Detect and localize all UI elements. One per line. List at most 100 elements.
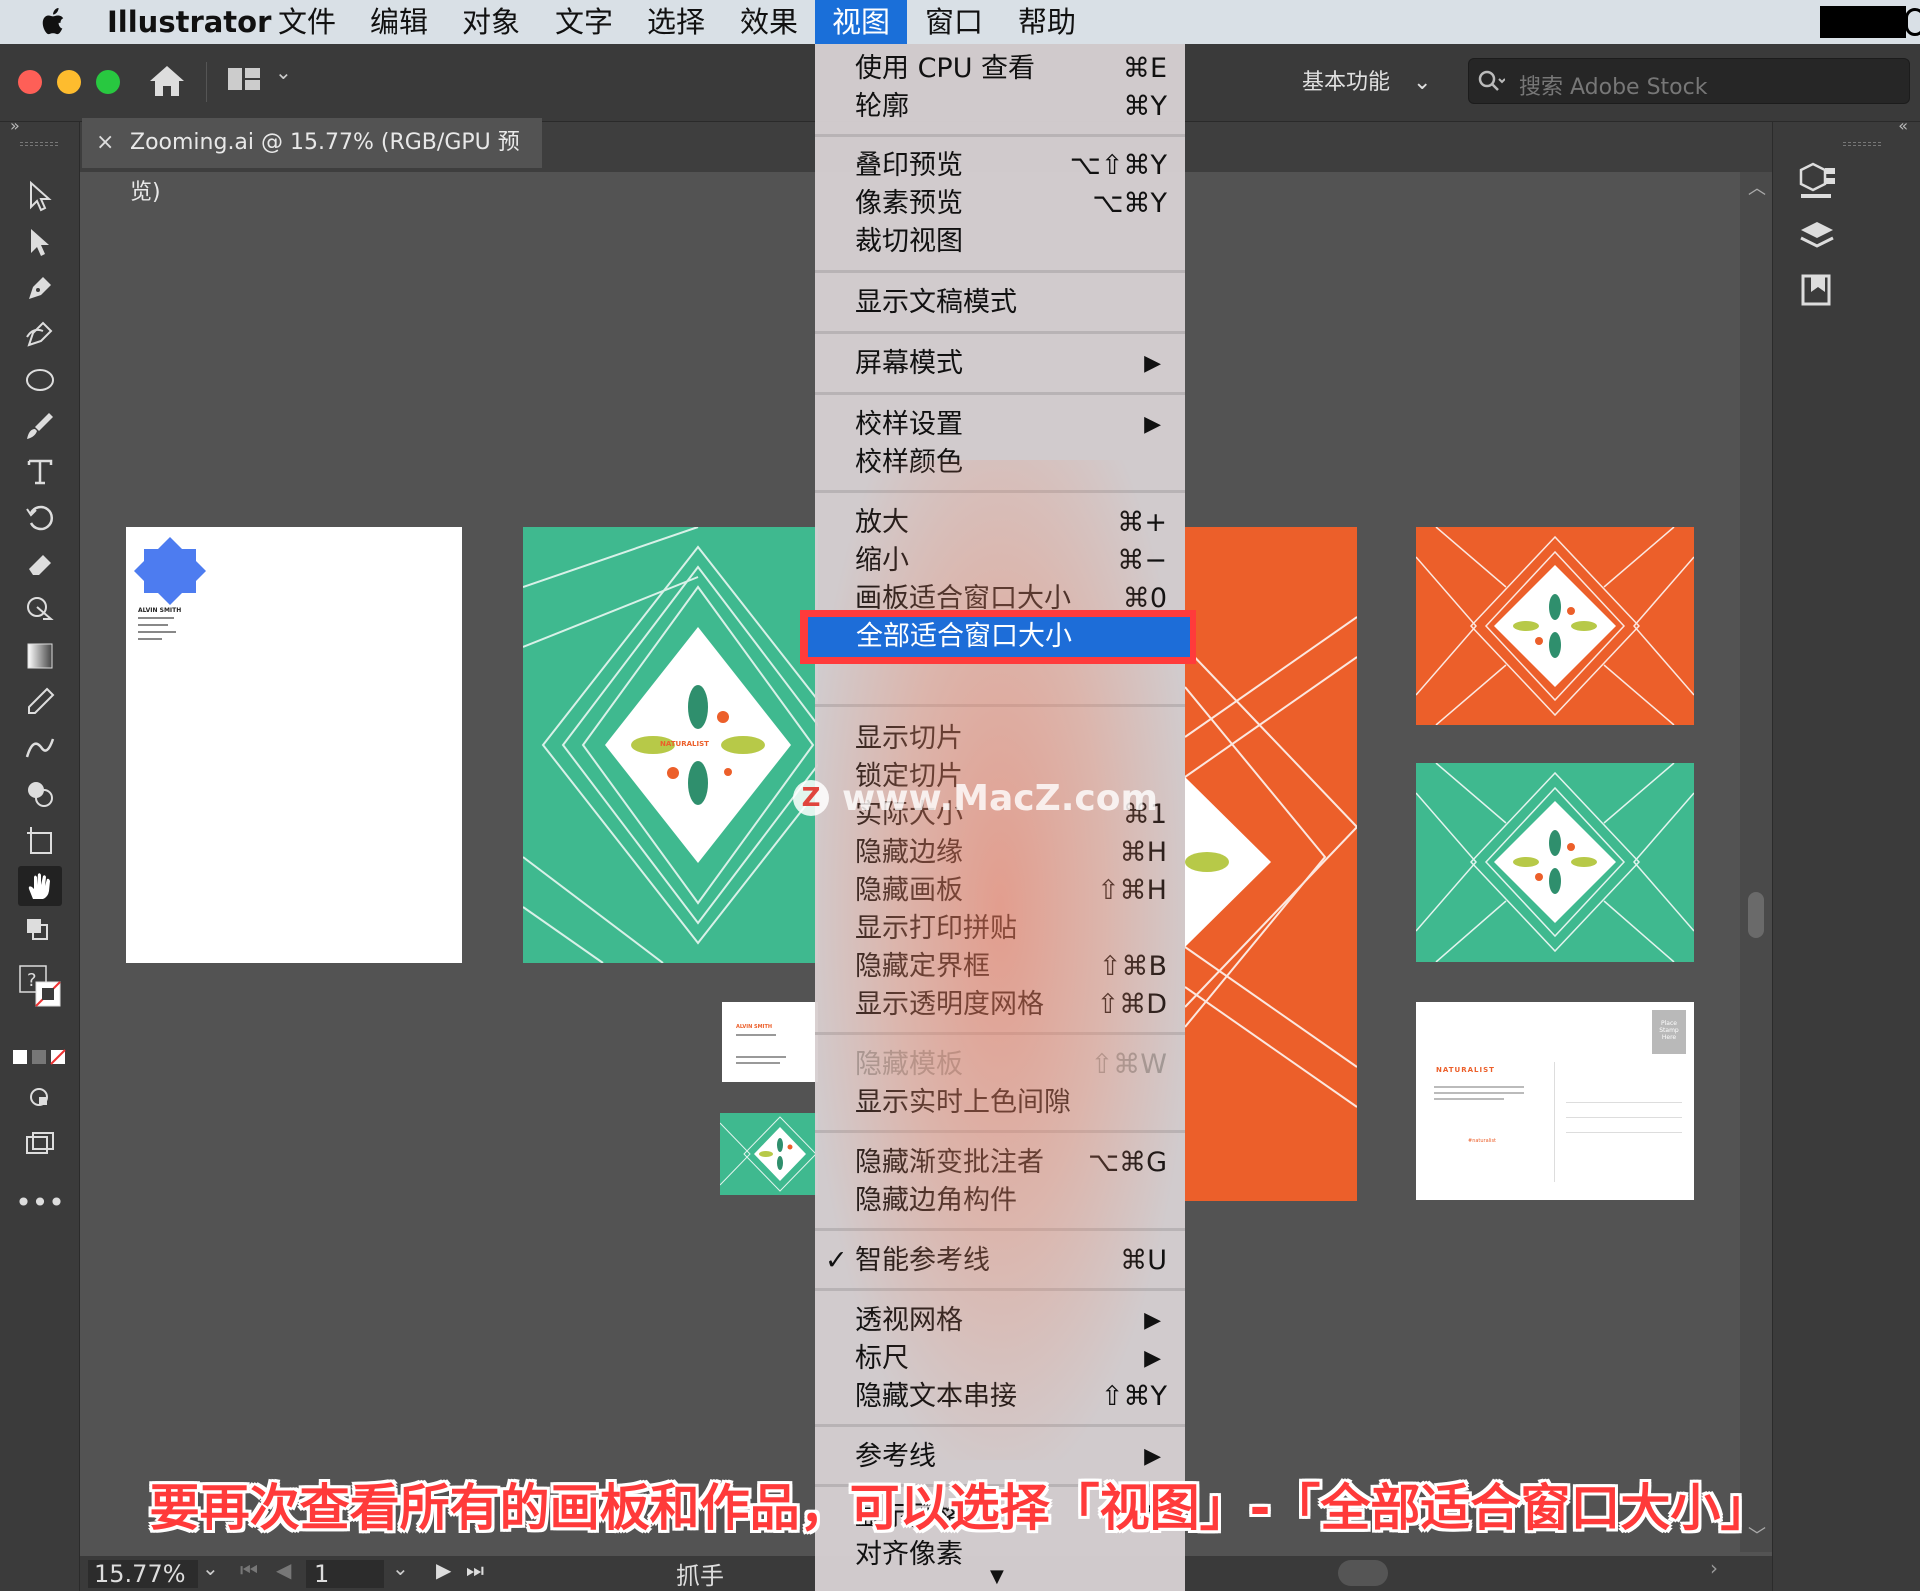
submenu-arrow-icon: ▶ — [1144, 1308, 1161, 1333]
more-tools-icon[interactable]: ••• — [15, 1182, 65, 1222]
app-name-menu[interactable]: Illustrator — [107, 0, 271, 44]
type-tool-icon[interactable] — [18, 452, 62, 492]
menu-item-rulers[interactable]: 标尺 ▶ — [815, 1340, 1185, 1378]
libraries-icon[interactable] — [1795, 162, 1839, 202]
artboard-teal-poster[interactable]: NATURALIST — [523, 527, 818, 963]
artboard-tool-icon[interactable] — [18, 820, 62, 860]
chevron-down-icon[interactable]: ⌄ — [202, 1556, 219, 1580]
menu-item-screen-mode[interactable]: 屏幕模式 ▶ — [815, 345, 1185, 383]
home-icon[interactable] — [148, 62, 186, 100]
workspace-switcher[interactable]: 基本功能 ⌄ — [1302, 64, 1431, 96]
swap-fill-stroke-icon[interactable] — [18, 912, 62, 952]
artboard-number-field[interactable]: 1 — [306, 1560, 384, 1588]
zoom-level-field[interactable]: 15.77% — [88, 1560, 198, 1588]
menu-item-zoom-out[interactable]: 缩小 ⌘− — [815, 542, 1185, 580]
fill-stroke-swatch-icon[interactable]: ? — [18, 962, 62, 1022]
menu-edit[interactable]: 编辑 — [370, 0, 428, 44]
rotate-tool-icon[interactable] — [18, 498, 62, 538]
scroll-up-arrow[interactable]: ︿ — [1748, 174, 1766, 200]
menu-select[interactable]: 选择 — [647, 0, 705, 44]
chevron-down-icon[interactable]: ⌄ — [275, 60, 292, 84]
pen-tool-icon[interactable] — [18, 268, 62, 308]
minimize-window-button[interactable] — [57, 70, 81, 94]
menu-item-show-transparency-grid[interactable]: 显示透明度网格 ⇧⌘D — [815, 986, 1185, 1024]
scroll-thumb[interactable] — [1748, 892, 1764, 938]
menu-item-hide-bounding-box[interactable]: 隐藏定界框 ⇧⌘B — [815, 948, 1185, 986]
horizontal-scroll-thumb[interactable] — [1338, 1560, 1388, 1586]
apple-logo-icon[interactable] — [40, 8, 66, 36]
previous-artboard-icon[interactable]: ◀ — [276, 1558, 291, 1582]
layers-icon[interactable] — [1797, 218, 1837, 256]
menubar-status-icon[interactable] — [1905, 8, 1920, 36]
first-artboard-icon[interactable]: ⏮ — [240, 1558, 258, 1582]
zoom-window-button[interactable] — [96, 70, 120, 94]
stock-search-input[interactable]: 搜索 Adobe Stock — [1468, 58, 1910, 104]
menu-item-proof-setup[interactable]: 校样设置 ▶ — [815, 406, 1185, 444]
close-tab-icon[interactable]: × — [96, 118, 114, 168]
selection-tool-icon[interactable] — [18, 176, 62, 216]
menu-item-trim-view[interactable]: 裁切视图 — [815, 223, 1185, 261]
next-artboard-icon[interactable]: ▶ — [436, 1558, 451, 1582]
menu-item-overprint-preview[interactable]: 叠印预览 ⌥⇧⌘Y — [815, 147, 1185, 185]
document-tab[interactable]: × Zooming.ai @ 15.77% (RGB/GPU 预览) — [82, 118, 542, 205]
artboard-letterhead[interactable]: ALVIN SMITH — [126, 527, 462, 963]
artboard-business-card-back[interactable] — [720, 1113, 818, 1195]
menu-item-presentation-mode[interactable]: 显示文稿模式 — [815, 284, 1185, 322]
drawing-mode-icon[interactable] — [18, 1078, 62, 1118]
menu-item-proof-colors[interactable]: 校样颜色 — [815, 444, 1185, 482]
menu-item-zoom-in[interactable]: 放大 ⌘+ — [815, 504, 1185, 542]
menu-window[interactable]: 窗口 — [925, 0, 983, 44]
menu-item-hide-corner-widget[interactable]: 隐藏边角构件 — [815, 1182, 1185, 1220]
menu-item-show-print-tiling[interactable]: 显示打印拼贴 — [815, 910, 1185, 948]
close-window-button[interactable] — [18, 70, 42, 94]
menu-file[interactable]: 文件 — [278, 0, 336, 44]
panel-grip[interactable] — [1843, 142, 1881, 146]
menu-item-show-live-paint-gaps[interactable]: 显示实时上色间隙 — [815, 1084, 1185, 1122]
arrange-documents-icon[interactable] — [226, 64, 262, 94]
menu-item-fit-all-in-window[interactable]: 全部适合窗口大小 — [808, 617, 1190, 657]
artboard-teal-card[interactable] — [1416, 763, 1694, 962]
paintbrush-tool-icon[interactable] — [18, 406, 62, 446]
menu-view[interactable]: 视图 — [815, 0, 907, 44]
ellipse-tool-icon[interactable] — [18, 360, 62, 400]
artboards-panel-icon[interactable] — [1797, 270, 1837, 308]
blend-tool-icon[interactable] — [18, 728, 62, 768]
chevron-down-icon[interactable]: ⌄ — [392, 1556, 409, 1580]
menu-item-perspective-grid[interactable]: 透视网格 ▶ — [815, 1302, 1185, 1340]
menu-object[interactable]: 对象 — [462, 0, 520, 44]
menu-item-hide-edges[interactable]: 隐藏边缘 ⌘H — [815, 834, 1185, 872]
scroll-right-arrow[interactable]: › — [1710, 1556, 1718, 1580]
menu-item-outline[interactable]: 轮廓 ⌘Y — [815, 88, 1185, 126]
menu-help[interactable]: 帮助 — [1018, 0, 1076, 44]
eraser-tool-icon[interactable] — [18, 544, 62, 584]
menu-scroll-down-icon[interactable]: ▼ — [990, 1566, 1004, 1587]
hand-tool-icon[interactable] — [18, 866, 62, 906]
shape-builder-tool-icon[interactable] — [18, 774, 62, 814]
eyedropper-tool-icon[interactable] — [18, 682, 62, 722]
free-transform-tool-icon[interactable] — [18, 590, 62, 630]
menu-item-hide-gradient-annotator[interactable]: 隐藏渐变批注者 ⌥⌘G — [815, 1144, 1185, 1182]
curvature-tool-icon[interactable] — [18, 314, 62, 354]
panel-collapse-icon[interactable]: » — [10, 116, 20, 135]
artboard-postcard[interactable]: Place Stamp Here NATURALIST #naturalist — [1416, 1002, 1694, 1200]
color-mode-icons[interactable] — [12, 1038, 66, 1078]
artboard-orange-poster[interactable] — [1185, 527, 1357, 1201]
menu-effect[interactable]: 效果 — [740, 0, 798, 44]
menu-item-smart-guides[interactable]: ✓ 智能参考线 ⌘U — [815, 1242, 1185, 1280]
menu-item-hide-artboards[interactable]: 隐藏画板 ⇧⌘H — [815, 872, 1185, 910]
artboard-business-card-front[interactable]: ALVIN SMITH — [722, 1002, 818, 1082]
menu-item-show-slices[interactable]: 显示切片 — [815, 720, 1185, 758]
vertical-scrollbar[interactable]: ︿ ﹀ — [1740, 172, 1772, 1552]
direct-selection-tool-icon[interactable] — [18, 222, 62, 262]
screen-mode-icon[interactable] — [18, 1124, 62, 1164]
artboard-orange-card[interactable] — [1416, 527, 1694, 725]
panel-collapse-icon[interactable]: « — [1898, 116, 1908, 135]
menu-item-hide-text-threads[interactable]: 隐藏文本串接 ⇧⌘Y — [815, 1378, 1185, 1416]
panel-grip[interactable] — [20, 142, 58, 146]
menu-item-pixel-preview[interactable]: 像素预览 ⌥⌘Y — [815, 185, 1185, 223]
menu-type[interactable]: 文字 — [555, 0, 613, 44]
menu-item-cpu-preview[interactable]: 使用 CPU 查看 ⌘E — [815, 50, 1185, 88]
last-artboard-icon[interactable]: ⏭ — [466, 1558, 484, 1582]
gradient-tool-icon[interactable] — [18, 636, 62, 676]
postcard-tag: #naturalist — [1468, 1138, 1497, 1144]
